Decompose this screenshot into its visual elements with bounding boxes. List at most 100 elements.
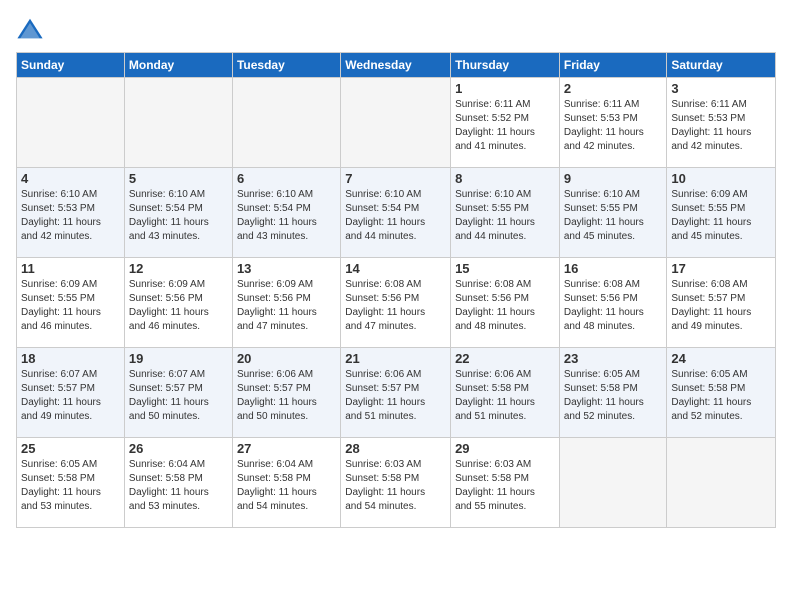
day-detail: Sunrise: 6:11 AM Sunset: 5:53 PM Dayligh… — [564, 98, 663, 154]
day-detail: Sunrise: 6:06 AM Sunset: 5:57 PM Dayligh… — [237, 368, 336, 424]
day-number: 27 — [237, 441, 336, 456]
day-detail: Sunrise: 6:06 AM Sunset: 5:58 PM Dayligh… — [455, 368, 555, 424]
day-number: 20 — [237, 351, 336, 366]
day-detail: Sunrise: 6:03 AM Sunset: 5:58 PM Dayligh… — [455, 458, 555, 514]
day-detail: Sunrise: 6:03 AM Sunset: 5:58 PM Dayligh… — [345, 458, 446, 514]
day-number: 6 — [237, 171, 336, 186]
day-number: 28 — [345, 441, 446, 456]
day-detail: Sunrise: 6:08 AM Sunset: 5:56 PM Dayligh… — [345, 278, 446, 334]
day-detail: Sunrise: 6:10 AM Sunset: 5:54 PM Dayligh… — [129, 188, 228, 244]
calendar-table: SundayMondayTuesdayWednesdayThursdayFrid… — [16, 52, 776, 528]
day-cell — [124, 78, 232, 168]
day-cell: 10 Sunrise: 6:09 AM Sunset: 5:55 PM Dayli… — [667, 168, 776, 258]
day-cell: 9 Sunrise: 6:10 AM Sunset: 5:55 PM Daylig… — [559, 168, 667, 258]
day-cell: 18 Sunrise: 6:07 AM Sunset: 5:57 PM Dayli… — [17, 348, 125, 438]
day-number: 4 — [21, 171, 120, 186]
day-cell: 13 Sunrise: 6:09 AM Sunset: 5:56 PM Dayli… — [232, 258, 340, 348]
day-number: 26 — [129, 441, 228, 456]
day-detail: Sunrise: 6:08 AM Sunset: 5:56 PM Dayligh… — [455, 278, 555, 334]
logo-icon — [16, 16, 44, 44]
day-number: 23 — [564, 351, 663, 366]
day-detail: Sunrise: 6:09 AM Sunset: 5:55 PM Dayligh… — [671, 188, 771, 244]
day-cell: 4 Sunrise: 6:10 AM Sunset: 5:53 PM Daylig… — [17, 168, 125, 258]
day-cell — [341, 78, 451, 168]
day-cell: 3 Sunrise: 6:11 AM Sunset: 5:53 PM Daylig… — [667, 78, 776, 168]
day-cell: 19 Sunrise: 6:07 AM Sunset: 5:57 PM Dayli… — [124, 348, 232, 438]
day-detail: Sunrise: 6:04 AM Sunset: 5:58 PM Dayligh… — [129, 458, 228, 514]
header-cell-tuesday: Tuesday — [232, 53, 340, 78]
calendar-header: SundayMondayTuesdayWednesdayThursdayFrid… — [17, 53, 776, 78]
day-number: 11 — [21, 261, 120, 276]
header-cell-saturday: Saturday — [667, 53, 776, 78]
day-cell — [232, 78, 340, 168]
day-number: 9 — [564, 171, 663, 186]
day-number: 18 — [21, 351, 120, 366]
day-number: 25 — [21, 441, 120, 456]
day-cell: 15 Sunrise: 6:08 AM Sunset: 5:56 PM Dayli… — [451, 258, 560, 348]
day-detail: Sunrise: 6:10 AM Sunset: 5:54 PM Dayligh… — [237, 188, 336, 244]
day-number: 19 — [129, 351, 228, 366]
day-cell: 27 Sunrise: 6:04 AM Sunset: 5:58 PM Dayli… — [232, 438, 340, 528]
day-number: 14 — [345, 261, 446, 276]
day-number: 7 — [345, 171, 446, 186]
day-cell: 24Sunrise: 6:05 AM Sunset: 5:58 PM Dayli… — [667, 348, 776, 438]
calendar-body: 1 Sunrise: 6:11 AM Sunset: 5:52 PM Daylig… — [17, 78, 776, 528]
day-cell: 17 Sunrise: 6:08 AM Sunset: 5:57 PM Dayli… — [667, 258, 776, 348]
day-number: 15 — [455, 261, 555, 276]
day-number: 10 — [671, 171, 771, 186]
day-cell: 5 Sunrise: 6:10 AM Sunset: 5:54 PM Daylig… — [124, 168, 232, 258]
day-detail: Sunrise: 6:10 AM Sunset: 5:53 PM Dayligh… — [21, 188, 120, 244]
day-number: 24 — [671, 351, 771, 366]
day-cell: 28 Sunrise: 6:03 AM Sunset: 5:58 PM Dayli… — [341, 438, 451, 528]
week-row-2: 4 Sunrise: 6:10 AM Sunset: 5:53 PM Daylig… — [17, 168, 776, 258]
day-number: 21 — [345, 351, 446, 366]
day-detail: Sunrise: 6:10 AM Sunset: 5:55 PM Dayligh… — [455, 188, 555, 244]
day-detail: Sunrise: 6:08 AM Sunset: 5:57 PM Dayligh… — [671, 278, 771, 334]
day-cell: 7 Sunrise: 6:10 AM Sunset: 5:54 PM Daylig… — [341, 168, 451, 258]
day-number: 3 — [671, 81, 771, 96]
header-cell-friday: Friday — [559, 53, 667, 78]
week-row-5: 25 Sunrise: 6:05 AM Sunset: 5:58 PM Dayli… — [17, 438, 776, 528]
day-cell: 14 Sunrise: 6:08 AM Sunset: 5:56 PM Dayli… — [341, 258, 451, 348]
day-cell: 2Sunrise: 6:11 AM Sunset: 5:53 PM Daylig… — [559, 78, 667, 168]
day-cell — [667, 438, 776, 528]
day-detail: Sunrise: 6:09 AM Sunset: 5:56 PM Dayligh… — [129, 278, 228, 334]
day-cell — [17, 78, 125, 168]
header-cell-monday: Monday — [124, 53, 232, 78]
day-detail: Sunrise: 6:04 AM Sunset: 5:58 PM Dayligh… — [237, 458, 336, 514]
header-row: SundayMondayTuesdayWednesdayThursdayFrid… — [17, 53, 776, 78]
day-detail: Sunrise: 6:11 AM Sunset: 5:52 PM Dayligh… — [455, 98, 555, 154]
day-number: 16 — [564, 261, 663, 276]
header — [16, 16, 776, 44]
day-detail: Sunrise: 6:10 AM Sunset: 5:54 PM Dayligh… — [345, 188, 446, 244]
day-detail: Sunrise: 6:10 AM Sunset: 5:55 PM Dayligh… — [564, 188, 663, 244]
day-number: 13 — [237, 261, 336, 276]
week-row-4: 18 Sunrise: 6:07 AM Sunset: 5:57 PM Dayli… — [17, 348, 776, 438]
day-detail: Sunrise: 6:05 AM Sunset: 5:58 PM Dayligh… — [21, 458, 120, 514]
day-number: 17 — [671, 261, 771, 276]
day-cell: 6 Sunrise: 6:10 AM Sunset: 5:54 PM Daylig… — [232, 168, 340, 258]
day-cell: 26 Sunrise: 6:04 AM Sunset: 5:58 PM Dayli… — [124, 438, 232, 528]
day-cell: 11Sunrise: 6:09 AM Sunset: 5:55 PM Dayli… — [17, 258, 125, 348]
day-detail: Sunrise: 6:07 AM Sunset: 5:57 PM Dayligh… — [129, 368, 228, 424]
day-cell: 20 Sunrise: 6:06 AM Sunset: 5:57 PM Dayli… — [232, 348, 340, 438]
header-cell-wednesday: Wednesday — [341, 53, 451, 78]
day-detail: Sunrise: 6:11 AM Sunset: 5:53 PM Dayligh… — [671, 98, 771, 154]
day-cell: 8Sunrise: 6:10 AM Sunset: 5:55 PM Daylig… — [451, 168, 560, 258]
header-cell-sunday: Sunday — [17, 53, 125, 78]
day-number: 12 — [129, 261, 228, 276]
day-cell: 23Sunrise: 6:05 AM Sunset: 5:58 PM Dayli… — [559, 348, 667, 438]
day-cell: 25 Sunrise: 6:05 AM Sunset: 5:58 PM Dayli… — [17, 438, 125, 528]
day-cell: 1 Sunrise: 6:11 AM Sunset: 5:52 PM Daylig… — [451, 78, 560, 168]
day-cell: 29 Sunrise: 6:03 AM Sunset: 5:58 PM Dayli… — [451, 438, 560, 528]
day-detail: Sunrise: 6:09 AM Sunset: 5:56 PM Dayligh… — [237, 278, 336, 334]
day-cell: 16Sunrise: 6:08 AM Sunset: 5:56 PM Dayli… — [559, 258, 667, 348]
day-detail: Sunrise: 6:06 AM Sunset: 5:57 PM Dayligh… — [345, 368, 446, 424]
day-number: 5 — [129, 171, 228, 186]
logo — [16, 16, 48, 44]
day-number: 1 — [455, 81, 555, 96]
day-detail: Sunrise: 6:07 AM Sunset: 5:57 PM Dayligh… — [21, 368, 120, 424]
header-cell-thursday: Thursday — [451, 53, 560, 78]
day-number: 29 — [455, 441, 555, 456]
day-cell: 22Sunrise: 6:06 AM Sunset: 5:58 PM Dayli… — [451, 348, 560, 438]
